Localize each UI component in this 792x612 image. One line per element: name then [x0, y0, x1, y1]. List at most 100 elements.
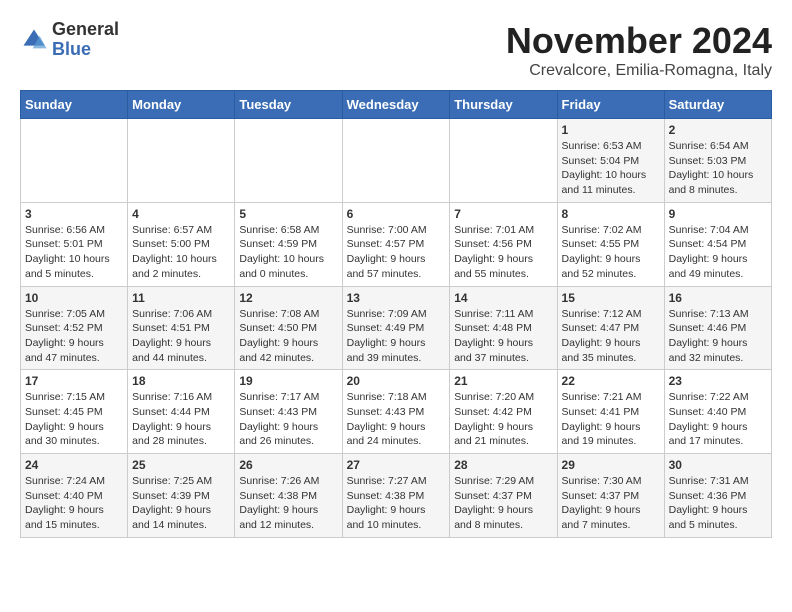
calendar-cell: 30 Sunrise: 7:31 AM Sunset: 4:36 PM Dayli… [664, 454, 771, 538]
day-content: Sunrise: 7:09 AM Sunset: 4:49 PM Dayligh… [347, 307, 446, 366]
day-content: Sunrise: 7:20 AM Sunset: 4:42 PM Dayligh… [454, 390, 552, 449]
header-monday: Monday [128, 91, 235, 119]
day-number: 1 [562, 123, 660, 137]
logo-text: General Blue [52, 20, 119, 60]
calendar-cell: 29 Sunrise: 7:30 AM Sunset: 4:37 PM Dayli… [557, 454, 664, 538]
header-wednesday: Wednesday [342, 91, 450, 119]
day-number: 25 [132, 458, 230, 472]
day-number: 28 [454, 458, 552, 472]
day-number: 23 [669, 374, 767, 388]
calendar-cell: 13 Sunrise: 7:09 AM Sunset: 4:49 PM Dayli… [342, 286, 450, 370]
day-number: 18 [132, 374, 230, 388]
day-content: Sunrise: 7:16 AM Sunset: 4:44 PM Dayligh… [132, 390, 230, 449]
day-content: Sunrise: 6:57 AM Sunset: 5:00 PM Dayligh… [132, 223, 230, 282]
calendar-cell: 7Sunrise: 7:01 AM Sunset: 4:56 PM Daylig… [450, 202, 557, 286]
day-number: 17 [25, 374, 123, 388]
day-number: 16 [669, 291, 767, 305]
logo: General Blue [20, 20, 119, 60]
day-content: Sunrise: 7:06 AM Sunset: 4:51 PM Dayligh… [132, 307, 230, 366]
week-row-5: 24 Sunrise: 7:24 AM Sunset: 4:40 PM Dayli… [21, 454, 772, 538]
calendar-cell: 23 Sunrise: 7:22 AM Sunset: 4:40 PM Dayli… [664, 370, 771, 454]
day-content: Sunrise: 7:11 AM Sunset: 4:48 PM Dayligh… [454, 307, 552, 366]
location-title: Crevalcore, Emilia-Romagna, Italy [506, 62, 772, 80]
page-header: General Blue November 2024 Crevalcore, E… [20, 20, 772, 80]
calendar-header-row: SundayMondayTuesdayWednesdayThursdayFrid… [21, 91, 772, 119]
calendar-cell: 18 Sunrise: 7:16 AM Sunset: 4:44 PM Dayli… [128, 370, 235, 454]
day-number: 26 [239, 458, 337, 472]
day-content: Sunrise: 7:01 AM Sunset: 4:56 PM Dayligh… [454, 223, 552, 282]
day-number: 9 [669, 207, 767, 221]
day-content: Sunrise: 7:04 AM Sunset: 4:54 PM Dayligh… [669, 223, 767, 282]
day-content: Sunrise: 7:17 AM Sunset: 4:43 PM Dayligh… [239, 390, 337, 449]
day-number: 15 [562, 291, 660, 305]
day-content: Sunrise: 6:54 AM Sunset: 5:03 PM Dayligh… [669, 139, 767, 198]
day-number: 13 [347, 291, 446, 305]
calendar-cell: 2 Sunrise: 6:54 AM Sunset: 5:03 PM Daylig… [664, 119, 771, 203]
calendar-cell: 9 Sunrise: 7:04 AM Sunset: 4:54 PM Daylig… [664, 202, 771, 286]
calendar-cell: 16 Sunrise: 7:13 AM Sunset: 4:46 PM Dayli… [664, 286, 771, 370]
calendar-cell: 21 Sunrise: 7:20 AM Sunset: 4:42 PM Dayli… [450, 370, 557, 454]
calendar-cell: 11 Sunrise: 7:06 AM Sunset: 4:51 PM Dayli… [128, 286, 235, 370]
day-number: 27 [347, 458, 446, 472]
header-thursday: Thursday [450, 91, 557, 119]
day-content: Sunrise: 7:31 AM Sunset: 4:36 PM Dayligh… [669, 474, 767, 533]
header-sunday: Sunday [21, 91, 128, 119]
day-content: Sunrise: 6:58 AM Sunset: 4:59 PM Dayligh… [239, 223, 337, 282]
day-content: Sunrise: 7:12 AM Sunset: 4:47 PM Dayligh… [562, 307, 660, 366]
day-number: 5 [239, 207, 337, 221]
calendar-cell: 3 Sunrise: 6:56 AM Sunset: 5:01 PM Daylig… [21, 202, 128, 286]
calendar-cell: 26 Sunrise: 7:26 AM Sunset: 4:38 PM Dayli… [235, 454, 342, 538]
calendar-cell: 14Sunrise: 7:11 AM Sunset: 4:48 PM Dayli… [450, 286, 557, 370]
calendar-cell: 5 Sunrise: 6:58 AM Sunset: 4:59 PM Daylig… [235, 202, 342, 286]
calendar-cell [450, 119, 557, 203]
day-number: 19 [239, 374, 337, 388]
day-content: Sunrise: 7:15 AM Sunset: 4:45 PM Dayligh… [25, 390, 123, 449]
day-number: 24 [25, 458, 123, 472]
week-row-3: 10Sunrise: 7:05 AM Sunset: 4:52 PM Dayli… [21, 286, 772, 370]
day-number: 6 [347, 207, 446, 221]
day-content: Sunrise: 7:00 AM Sunset: 4:57 PM Dayligh… [347, 223, 446, 282]
day-number: 3 [25, 207, 123, 221]
day-number: 29 [562, 458, 660, 472]
day-content: Sunrise: 7:18 AM Sunset: 4:43 PM Dayligh… [347, 390, 446, 449]
day-content: Sunrise: 7:25 AM Sunset: 4:39 PM Dayligh… [132, 474, 230, 533]
day-number: 2 [669, 123, 767, 137]
day-number: 11 [132, 291, 230, 305]
day-content: Sunrise: 7:13 AM Sunset: 4:46 PM Dayligh… [669, 307, 767, 366]
calendar-cell [235, 119, 342, 203]
calendar-cell: 22 Sunrise: 7:21 AM Sunset: 4:41 PM Dayli… [557, 370, 664, 454]
calendar-cell: 25 Sunrise: 7:25 AM Sunset: 4:39 PM Dayli… [128, 454, 235, 538]
day-content: Sunrise: 6:53 AM Sunset: 5:04 PM Dayligh… [562, 139, 660, 198]
week-row-1: 1 Sunrise: 6:53 AM Sunset: 5:04 PM Daylig… [21, 119, 772, 203]
title-block: November 2024 Crevalcore, Emilia-Romagna… [506, 20, 772, 80]
calendar-cell: 27Sunrise: 7:27 AM Sunset: 4:38 PM Dayli… [342, 454, 450, 538]
day-content: Sunrise: 7:26 AM Sunset: 4:38 PM Dayligh… [239, 474, 337, 533]
calendar-cell: 12 Sunrise: 7:08 AM Sunset: 4:50 PM Dayli… [235, 286, 342, 370]
day-content: Sunrise: 7:22 AM Sunset: 4:40 PM Dayligh… [669, 390, 767, 449]
calendar-cell: 10Sunrise: 7:05 AM Sunset: 4:52 PM Dayli… [21, 286, 128, 370]
calendar-cell [342, 119, 450, 203]
calendar-cell: 20 Sunrise: 7:18 AM Sunset: 4:43 PM Dayli… [342, 370, 450, 454]
calendar: SundayMondayTuesdayWednesdayThursdayFrid… [20, 90, 772, 538]
day-content: Sunrise: 7:29 AM Sunset: 4:37 PM Dayligh… [454, 474, 552, 533]
day-content: Sunrise: 7:21 AM Sunset: 4:41 PM Dayligh… [562, 390, 660, 449]
day-number: 4 [132, 207, 230, 221]
logo-icon [20, 26, 48, 54]
day-number: 20 [347, 374, 446, 388]
day-content: Sunrise: 7:02 AM Sunset: 4:55 PM Dayligh… [562, 223, 660, 282]
day-number: 22 [562, 374, 660, 388]
day-number: 30 [669, 458, 767, 472]
day-number: 12 [239, 291, 337, 305]
day-content: Sunrise: 7:30 AM Sunset: 4:37 PM Dayligh… [562, 474, 660, 533]
header-saturday: Saturday [664, 91, 771, 119]
day-content: Sunrise: 7:24 AM Sunset: 4:40 PM Dayligh… [25, 474, 123, 533]
day-number: 21 [454, 374, 552, 388]
calendar-cell: 19 Sunrise: 7:17 AM Sunset: 4:43 PM Dayli… [235, 370, 342, 454]
calendar-cell: 17 Sunrise: 7:15 AM Sunset: 4:45 PM Dayli… [21, 370, 128, 454]
calendar-cell: 4 Sunrise: 6:57 AM Sunset: 5:00 PM Daylig… [128, 202, 235, 286]
calendar-cell: 1 Sunrise: 6:53 AM Sunset: 5:04 PM Daylig… [557, 119, 664, 203]
calendar-cell: 24 Sunrise: 7:24 AM Sunset: 4:40 PM Dayli… [21, 454, 128, 538]
day-content: Sunrise: 7:08 AM Sunset: 4:50 PM Dayligh… [239, 307, 337, 366]
day-content: Sunrise: 6:56 AM Sunset: 5:01 PM Dayligh… [25, 223, 123, 282]
calendar-cell: 28 Sunrise: 7:29 AM Sunset: 4:37 PM Dayli… [450, 454, 557, 538]
